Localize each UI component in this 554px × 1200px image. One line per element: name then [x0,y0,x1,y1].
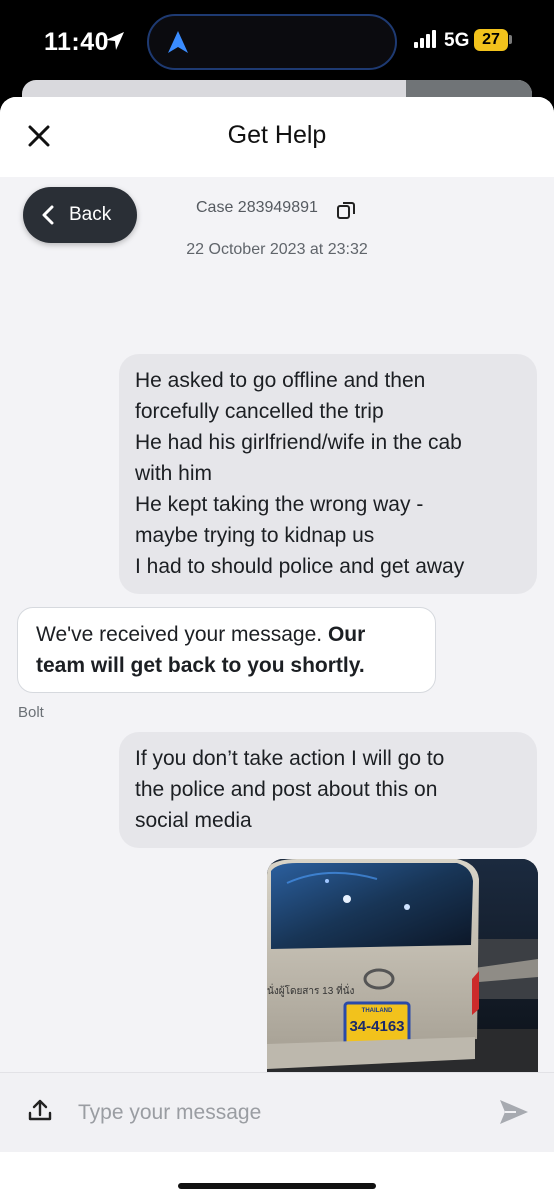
message-line: maybe trying to kidnap us [135,524,375,547]
message-line: He had his girlfriend/wife in the cab [135,431,462,454]
message-date: 22 October 2023 at 23:32 [186,241,368,258]
battery-tip [509,35,512,44]
status-bar: 11:40 5G 27 [0,0,554,84]
battery-indicator: 27 [474,29,508,51]
chevron-left-icon [42,205,54,225]
van-photo: นั่งผู้โดยสาร 13 ที่นั่ง THAILAND 34-416… [267,859,538,1072]
incoming-message: We've received your message. Our team wi… [17,607,436,693]
message-input[interactable] [78,1093,478,1133]
copy-icon[interactable] [336,200,356,220]
upload-icon[interactable] [27,1097,53,1123]
network-type: 5G [444,30,470,51]
message-line: We've received your message. Our [36,619,417,650]
dynamic-island [147,14,397,70]
home-indicator [178,1183,376,1189]
message-composer [0,1072,554,1152]
license-plate: 34-4163 [349,1018,404,1035]
message-line: If you don’t take action I will go to [135,747,445,770]
message-line: He kept taking the wrong way - [135,493,424,516]
attached-photo[interactable]: นั่งผู้โดยสาร 13 ที่นั่ง THAILAND 34-416… [267,859,538,1072]
back-button[interactable]: Back [23,187,137,243]
outgoing-message: He asked to go offline and then forceful… [119,354,537,594]
message-line: He asked to go offline and then [135,369,426,392]
chat-thread[interactable]: Case 283949891 Back 22 October 2023 at 2… [0,177,554,1072]
van-side-text: นั่งผู้โดยสาร 13 ที่นั่ง [267,983,355,997]
message-line: I had to should police and get away [135,555,465,578]
message-line: social media [135,809,252,832]
navigation-arrow-icon [168,31,188,53]
plate-country: THAILAND [362,1008,393,1014]
send-icon[interactable] [498,1097,530,1127]
help-sheet: Get Help Case 283949891 Back 22 October … [0,97,554,1200]
message-line: the police and post about this on [135,778,438,801]
case-number: Case 283949891 [196,199,318,216]
message-text-bold: team will get back to you shortly. [36,654,365,677]
outgoing-message: If you don’t take action I will go to th… [119,732,537,848]
header: Get Help [0,97,554,177]
sender-name: Bolt [18,704,44,721]
clock: 11:40 [44,28,110,56]
message-line: forcefully cancelled the trip [135,400,384,423]
page-title: Get Help [227,121,327,149]
signal-icon [414,30,436,48]
back-label: Back [69,204,112,225]
location-arrow-icon [106,32,124,50]
message-text: We've received your message. [36,623,323,646]
message-text-bold: Our [327,623,366,646]
message-line: with him [135,462,213,485]
